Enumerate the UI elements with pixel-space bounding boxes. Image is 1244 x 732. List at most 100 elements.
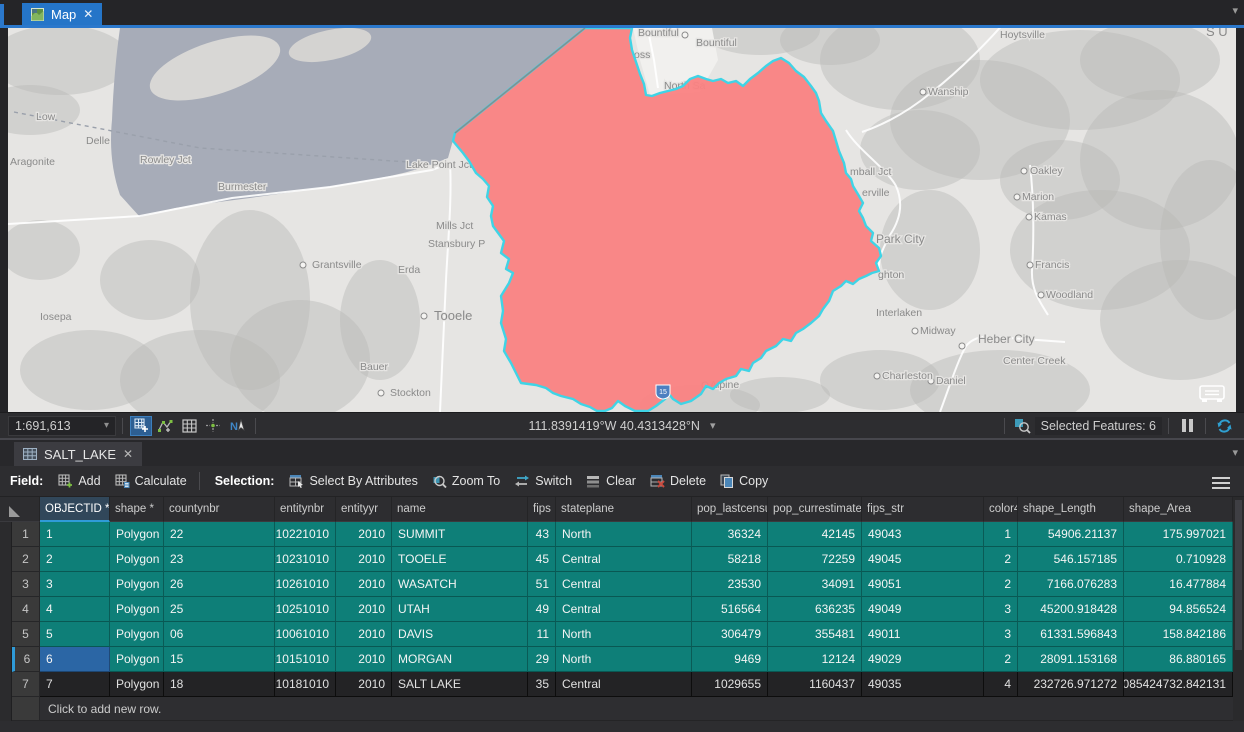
cell-name[interactable]: UTAH	[392, 597, 528, 622]
cell-pop-lastcensus[interactable]: 306479	[692, 622, 768, 647]
cell-fips-str[interactable]: 49049	[862, 597, 984, 622]
cell-shape-area[interactable]: 0.710928	[1124, 547, 1233, 572]
cell-shape-area[interactable]: 158.842186	[1124, 622, 1233, 647]
cell-color4[interactable]: 3	[984, 597, 1018, 622]
select-by-attributes-button[interactable]: Select By Attributes	[289, 474, 417, 488]
cell-objectid-[interactable]: 7	[40, 672, 110, 697]
cell-countynbr[interactable]: 25	[164, 597, 275, 622]
row-header-3[interactable]: 3	[12, 572, 40, 597]
cell-color4[interactable]: 2	[984, 547, 1018, 572]
cell-countynbr[interactable]: 06	[164, 622, 275, 647]
cell-objectid-[interactable]: 4	[40, 597, 110, 622]
row-header-4[interactable]: 4	[12, 597, 40, 622]
cell-fips[interactable]: 35	[528, 672, 556, 697]
column-header-color4[interactable]: color4	[984, 497, 1018, 522]
cell-entitynbr[interactable]: 2010061010	[275, 622, 336, 647]
column-header-shape-[interactable]: shape *	[110, 497, 164, 522]
column-header-countynbr[interactable]: countynbr	[164, 497, 275, 522]
map-scale-combo[interactable]: 1:691,613 ▾	[8, 416, 116, 436]
column-header-stateplane[interactable]: stateplane	[556, 497, 692, 522]
table-menu-icon[interactable]	[1212, 474, 1230, 492]
column-header-shape-length[interactable]: shape_Length	[1018, 497, 1124, 522]
cell-pop-lastcensus[interactable]: 23530	[692, 572, 768, 597]
cell-entityyr[interactable]: 2010	[336, 547, 392, 572]
cell-entitynbr[interactable]: 2010221010	[275, 522, 336, 547]
column-header-name[interactable]: name	[392, 497, 528, 522]
cell-fips-str[interactable]: 49029	[862, 647, 984, 672]
cell-shape-area[interactable]: 86.880165	[1124, 647, 1233, 672]
cell-shape-length[interactable]: 232726.971272	[1018, 672, 1124, 697]
cell-color4[interactable]: 4	[984, 672, 1018, 697]
cell-entitynbr[interactable]: 2010251010	[275, 597, 336, 622]
row-header-2[interactable]: 2	[12, 547, 40, 572]
cell-fips[interactable]: 49	[528, 597, 556, 622]
cell-shape-[interactable]: Polygon	[110, 597, 164, 622]
copy-rows-button[interactable]: Copy	[720, 474, 768, 488]
tab-close-icon[interactable]: ✕	[83, 7, 93, 21]
north-arrow-icon[interactable]: N	[226, 416, 248, 436]
cell-entityyr[interactable]: 2010	[336, 522, 392, 547]
column-header-shape-area[interactable]: shape_Area	[1124, 497, 1233, 522]
cell-objectid-[interactable]: 1	[40, 522, 110, 547]
cell-fips[interactable]: 11	[528, 622, 556, 647]
select-all-corner[interactable]	[0, 497, 40, 522]
cell-objectid-[interactable]: 3	[40, 572, 110, 597]
cell-pop-currestimate[interactable]: 12124	[768, 647, 862, 672]
cell-shape-[interactable]: Polygon	[110, 622, 164, 647]
column-header-fips-str[interactable]: fips_str	[862, 497, 984, 522]
cell-color4[interactable]: 3	[984, 622, 1018, 647]
cell-shape-length[interactable]: 546.157185	[1018, 547, 1124, 572]
cell-entityyr[interactable]: 2010	[336, 597, 392, 622]
cell-stateplane[interactable]: Central	[556, 672, 692, 697]
cell-stateplane[interactable]: North	[556, 647, 692, 672]
cell-fips[interactable]: 45	[528, 547, 556, 572]
cell-color4[interactable]: 1	[984, 522, 1018, 547]
cell-shape-[interactable]: Polygon	[110, 522, 164, 547]
cell-name[interactable]: MORGAN	[392, 647, 528, 672]
scrollbar-thumb[interactable]	[1235, 500, 1242, 650]
cell-countynbr[interactable]: 26	[164, 572, 275, 597]
cell-pop-lastcensus[interactable]: 1029655	[692, 672, 768, 697]
cell-shape-length[interactable]: 7166.076283	[1018, 572, 1124, 597]
tab-overflow-caret-icon[interactable]: ▾	[1232, 446, 1238, 459]
cell-shape-area[interactable]: 94.856524	[1124, 597, 1233, 622]
cell-fips-str[interactable]: 49043	[862, 522, 984, 547]
cell-countynbr[interactable]: 23	[164, 547, 275, 572]
cell-shape-[interactable]: Polygon	[110, 672, 164, 697]
cell-entityyr[interactable]: 2010	[336, 672, 392, 697]
cell-shape-length[interactable]: 28091.153168	[1018, 647, 1124, 672]
tab-map[interactable]: Map ✕	[22, 3, 102, 25]
cell-pop-lastcensus[interactable]: 36324	[692, 522, 768, 547]
cell-fips[interactable]: 43	[528, 522, 556, 547]
cell-shape-area[interactable]: 175.997021	[1124, 522, 1233, 547]
row-header-6[interactable]: 6	[12, 647, 40, 672]
cell-pop-lastcensus[interactable]: 516564	[692, 597, 768, 622]
cell-entityyr[interactable]: 2010	[336, 572, 392, 597]
snap-grid-toggle-icon[interactable]	[130, 416, 152, 436]
cell-shape-[interactable]: Polygon	[110, 647, 164, 672]
coordinate-caret-icon[interactable]: ▾	[710, 419, 716, 432]
add-new-row[interactable]: Click to add new row.	[0, 697, 1233, 721]
cell-name[interactable]: WASATCH	[392, 572, 528, 597]
pause-drawing-icon[interactable]	[1176, 416, 1198, 436]
add-field-button[interactable]: Add	[58, 474, 100, 488]
cell-shape-length[interactable]: 61331.596843	[1018, 622, 1124, 647]
delete-selected-button[interactable]: Delete	[650, 474, 706, 488]
cell-stateplane[interactable]: North	[556, 622, 692, 647]
row-header-7[interactable]: 7	[12, 672, 40, 697]
row-header-5[interactable]: 5	[12, 622, 40, 647]
column-header-entitynbr[interactable]: entitynbr	[275, 497, 336, 522]
map-viewport[interactable]: LowAragoniteDelleRowley JctBurmesterLake…	[8, 28, 1236, 412]
cell-pop-currestimate[interactable]: 42145	[768, 522, 862, 547]
tab-salt-lake-table[interactable]: SALT_LAKE ✕	[14, 442, 142, 466]
cell-shape-[interactable]: Polygon	[110, 572, 164, 597]
cell-stateplane[interactable]: North	[556, 522, 692, 547]
cell-pop-currestimate[interactable]: 355481	[768, 622, 862, 647]
cell-name[interactable]: TOOELE	[392, 547, 528, 572]
column-header-fips[interactable]: fips	[528, 497, 556, 522]
cell-pop-currestimate[interactable]: 636235	[768, 597, 862, 622]
snapping-icon[interactable]	[202, 416, 224, 436]
cell-name[interactable]: SUMMIT	[392, 522, 528, 547]
cell-shape-length[interactable]: 54906.21137	[1018, 522, 1124, 547]
cell-shape-area[interactable]: 16.477884	[1124, 572, 1233, 597]
